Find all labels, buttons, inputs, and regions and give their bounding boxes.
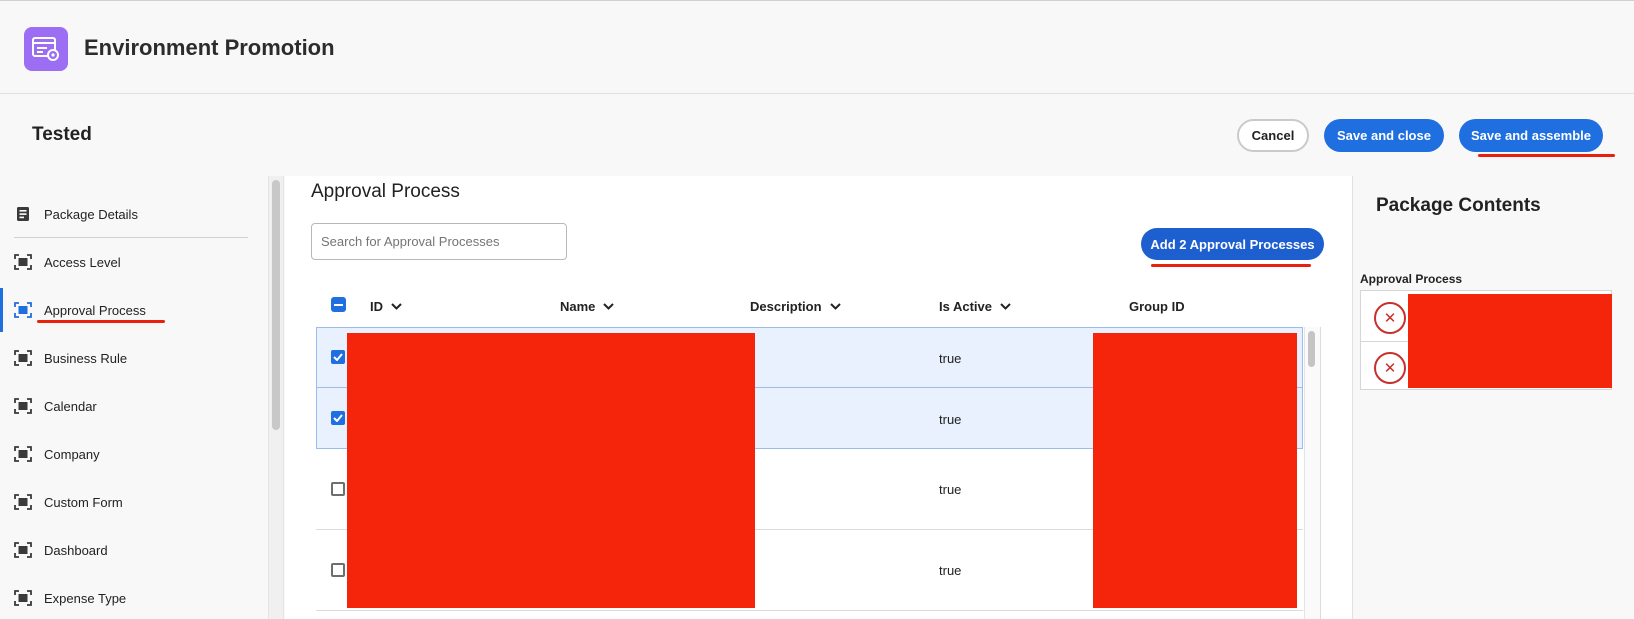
cell-is-active: true xyxy=(939,482,962,497)
package-contents-panel xyxy=(1352,176,1634,619)
frame-icon xyxy=(14,541,32,559)
column-header-group-id[interactable]: Group ID xyxy=(1129,299,1185,314)
redacted-name-column xyxy=(551,333,755,608)
sidebar-item-custom-form[interactable]: Custom Form xyxy=(14,490,123,514)
search-input[interactable] xyxy=(311,223,567,260)
frame-icon xyxy=(14,445,32,463)
sidebar-item-label: Approval Process xyxy=(44,302,146,318)
table-scrollbar-thumb[interactable] xyxy=(1308,331,1315,367)
package-name: Tested xyxy=(32,124,92,145)
package-contents-title: Package Contents xyxy=(1376,195,1541,216)
redacted-package-items xyxy=(1408,294,1612,388)
environment-promotion-icon xyxy=(24,27,68,71)
chevron-down-icon xyxy=(391,303,402,310)
list-divider xyxy=(1360,341,1408,342)
frame-icon xyxy=(14,493,32,511)
cell-is-active: true xyxy=(939,351,962,366)
sidebar-item-company[interactable]: Company xyxy=(14,442,100,466)
frame-icon xyxy=(14,589,32,607)
sidebar-item-label: Company xyxy=(44,446,100,462)
column-header-description[interactable]: Description xyxy=(750,299,841,314)
column-header-id[interactable]: ID xyxy=(370,299,402,314)
sidebar-item-label: Package Details xyxy=(44,206,138,222)
document-list-icon xyxy=(14,205,32,223)
select-all-checkbox[interactable] xyxy=(331,297,346,312)
sidebar-item-label: Calendar xyxy=(44,398,97,414)
row-checkbox[interactable] xyxy=(331,350,345,364)
sidebar-item-label: Dashboard xyxy=(44,542,108,558)
row-checkbox[interactable] xyxy=(331,411,345,425)
app-title: Environment Promotion xyxy=(84,35,335,60)
frame-icon xyxy=(14,253,32,271)
column-header-is-active[interactable]: Is Active xyxy=(939,299,1011,314)
sidebar-item-label: Custom Form xyxy=(44,494,123,510)
table-border xyxy=(1320,327,1321,619)
cell-is-active: true xyxy=(939,563,962,578)
close-icon: ✕ xyxy=(1383,359,1397,377)
app-header: Environment Promotion xyxy=(0,1,1634,94)
frame-icon xyxy=(14,301,32,319)
sidebar-item-label: Business Rule xyxy=(44,350,128,366)
sidebar-scrollbar-thumb[interactable] xyxy=(272,180,280,430)
save-and-close-button[interactable]: Save and close xyxy=(1324,119,1444,152)
add-approval-processes-button[interactable]: Add 2 Approval Processes xyxy=(1141,228,1324,260)
row-checkbox[interactable] xyxy=(331,482,345,496)
remove-item-button[interactable]: ✕ xyxy=(1374,352,1406,384)
close-icon: ✕ xyxy=(1383,309,1397,327)
cancel-button[interactable]: Cancel xyxy=(1237,119,1309,152)
sidebar-item-business-rule[interactable]: Business Rule xyxy=(14,346,127,370)
annotation-underline xyxy=(1151,264,1311,267)
sidebar-item-access-level[interactable]: Access Level xyxy=(14,250,121,274)
column-header-name[interactable]: Name xyxy=(560,299,615,314)
package-contents-section-label: Approval Process xyxy=(1360,272,1463,286)
sidebar-item-approval-process[interactable]: Approval Process xyxy=(14,298,146,322)
chevron-down-icon xyxy=(603,303,615,310)
annotation-underline xyxy=(1478,154,1615,157)
sidebar-item-label: Access Level xyxy=(44,254,121,270)
sidebar-item-label: Expense Type xyxy=(44,590,127,606)
sidebar-item-dashboard[interactable]: Dashboard xyxy=(14,538,108,562)
frame-icon xyxy=(14,397,32,415)
frame-icon xyxy=(14,349,32,367)
cell-is-active: true xyxy=(939,412,962,427)
sidebar-item-expense-type[interactable]: Expense Type xyxy=(14,586,126,610)
row-checkbox[interactable] xyxy=(331,563,345,577)
remove-item-button[interactable]: ✕ xyxy=(1374,302,1406,334)
sidebar-divider xyxy=(14,237,248,238)
sidebar-item-calendar[interactable]: Calendar xyxy=(14,394,97,418)
annotation-underline xyxy=(37,320,165,323)
redacted-group-id-column xyxy=(1093,333,1297,608)
redacted-id-column xyxy=(347,333,551,608)
table-scrollbar[interactable] xyxy=(1304,327,1320,619)
sidebar-item-package-details[interactable]: Package Details xyxy=(14,202,138,226)
chevron-down-icon xyxy=(829,303,841,310)
section-title: Approval Process xyxy=(311,181,460,202)
chevron-down-icon xyxy=(1000,303,1011,310)
sidebar-selection-indicator xyxy=(0,288,3,332)
save-and-assemble-button[interactable]: Save and assemble xyxy=(1459,119,1603,152)
